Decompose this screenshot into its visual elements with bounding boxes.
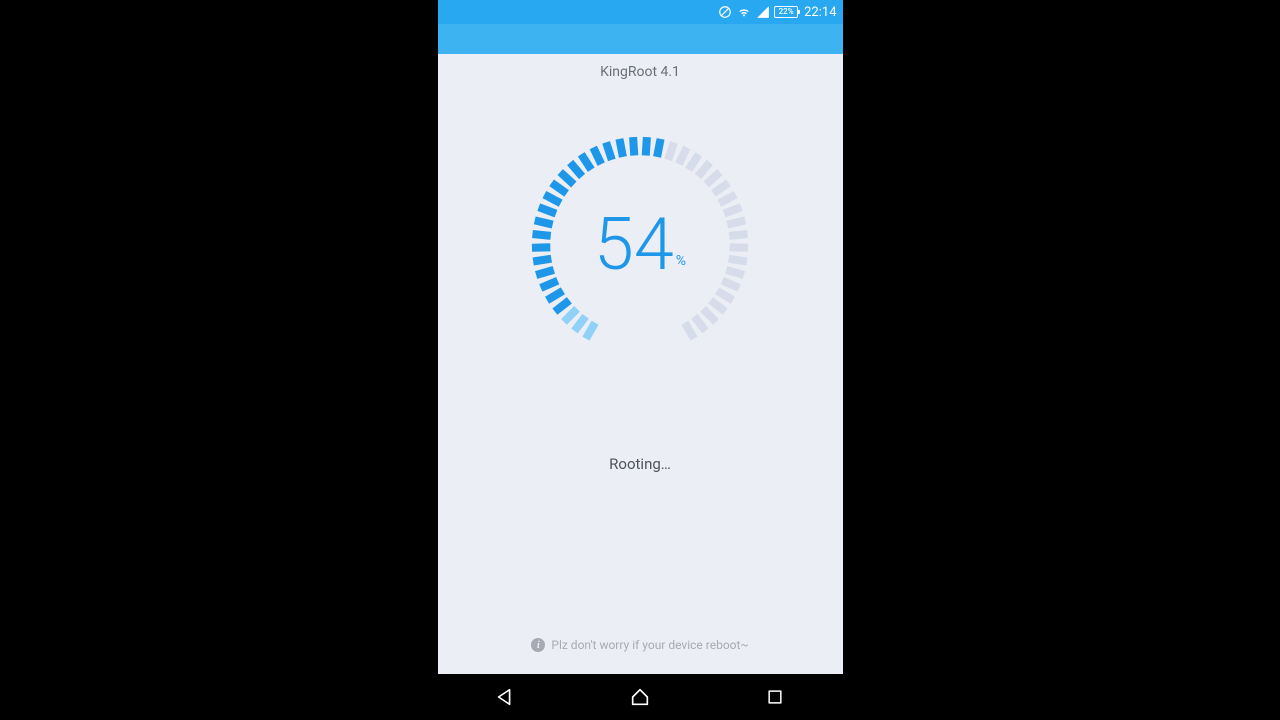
- hint-row: i Plz don't worry if your device reboot~: [531, 638, 748, 652]
- progress-number: 54: [594, 209, 674, 281]
- nav-recent-button[interactable]: [745, 674, 805, 720]
- clock: 22:14: [804, 5, 836, 20]
- nav-back-button[interactable]: [475, 674, 535, 720]
- hint-text: Plz don't worry if your device reboot~: [551, 638, 748, 652]
- app-header-bar: [438, 24, 843, 54]
- nav-home-button[interactable]: [610, 674, 670, 720]
- progress-ring: 54 %: [525, 130, 755, 360]
- progress-unit: %: [676, 253, 686, 269]
- android-nav-bar: [438, 674, 843, 720]
- app-title: KingRoot 4.1: [600, 64, 680, 80]
- progress-value: 54 %: [594, 209, 686, 281]
- phone-frame: 22% 22:14 KingRoot 4.1 54 % Rooting… i P…: [438, 0, 843, 720]
- status-text: Rooting…: [609, 455, 671, 473]
- wifi-icon: [736, 5, 752, 19]
- info-icon: i: [531, 638, 545, 652]
- no-sim-icon: [718, 5, 732, 19]
- android-status-bar: 22% 22:14: [438, 0, 843, 24]
- app-main: KingRoot 4.1 54 % Rooting… i Plz don't w…: [438, 54, 843, 674]
- signal-icon: [756, 5, 770, 19]
- battery-percentage: 22%: [779, 8, 794, 16]
- battery-indicator: 22%: [774, 6, 798, 18]
